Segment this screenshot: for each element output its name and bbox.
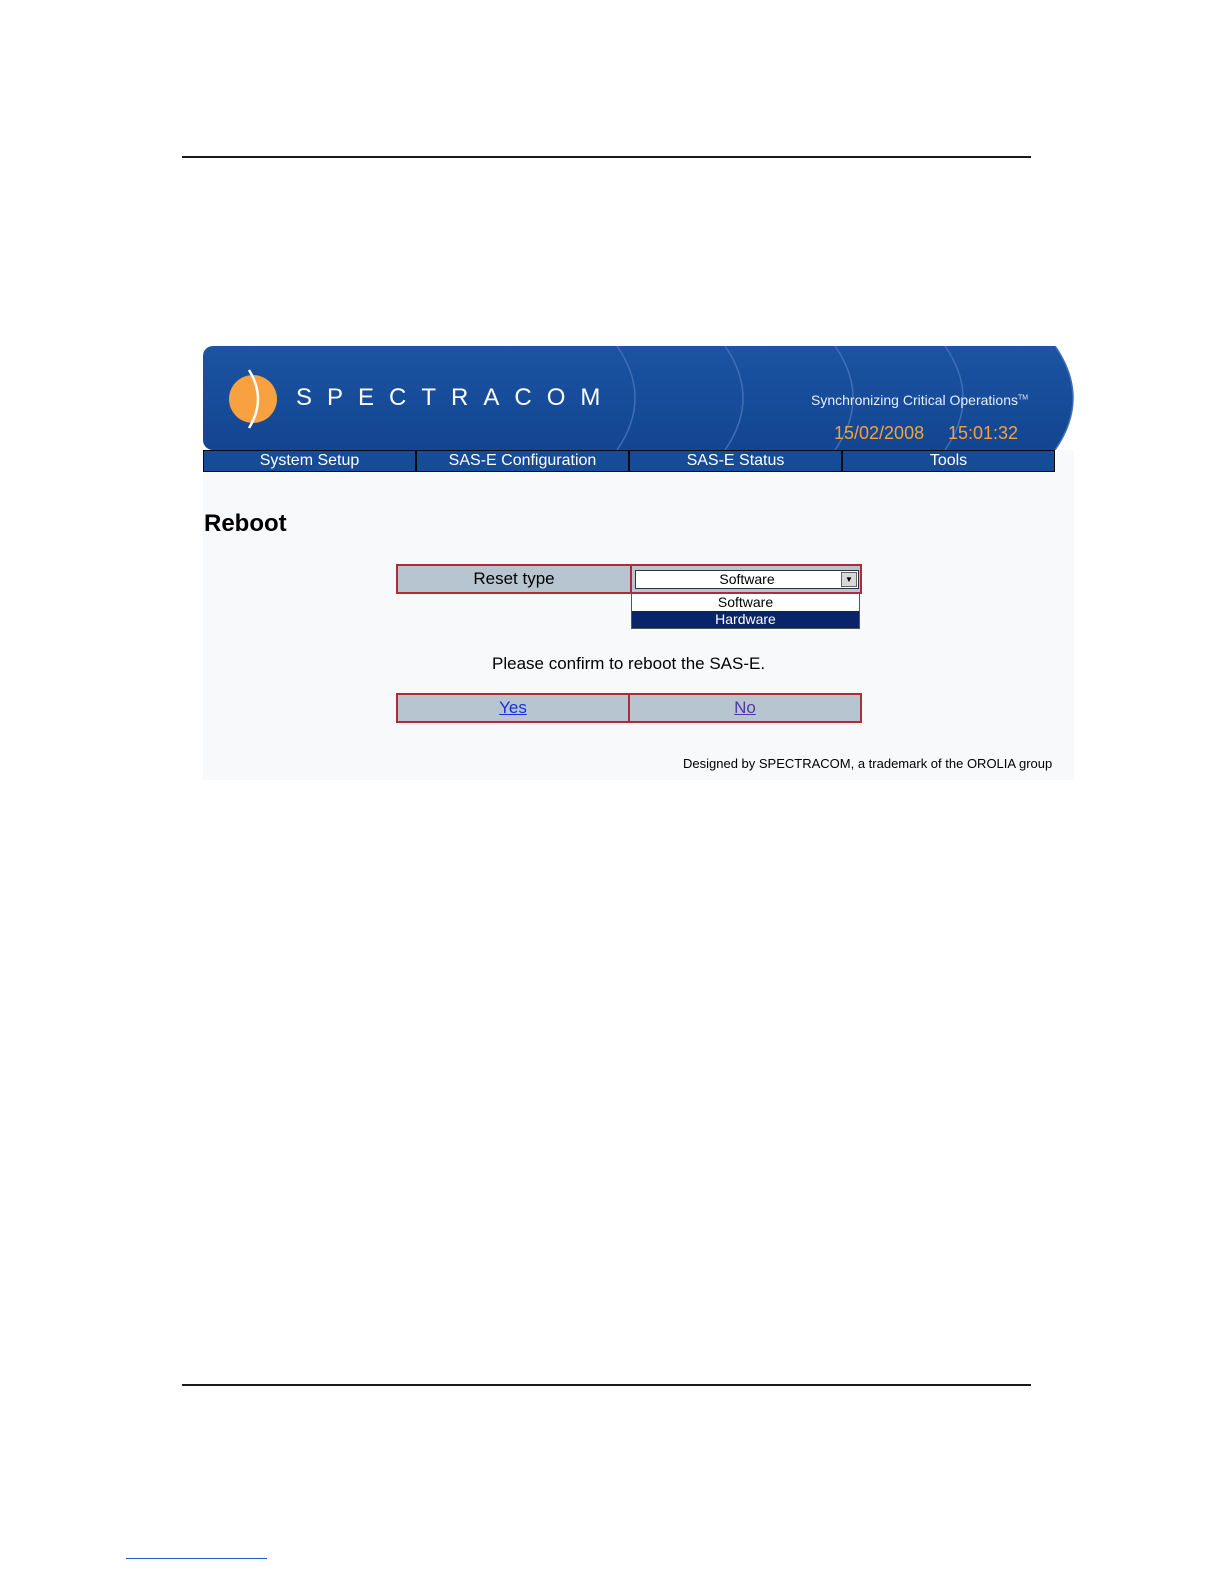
yes-cell: Yes — [398, 695, 628, 721]
reset-type-select[interactable]: Software ▼ — [635, 569, 859, 589]
page-title: Reboot — [204, 510, 287, 537]
nav-item-system-setup[interactable]: System Setup — [203, 450, 416, 472]
no-cell: No — [628, 695, 860, 721]
tagline: Synchronizing Critical OperationsTM — [811, 392, 1029, 408]
option-hardware[interactable]: Hardware — [632, 611, 859, 628]
chevron-down-icon[interactable]: ▼ — [841, 571, 857, 587]
reset-type-dropdown-list: Software Hardware — [631, 593, 860, 629]
nav-item-sas-e-status[interactable]: SAS-E Status — [629, 450, 842, 472]
reset-type-label: Reset type — [473, 569, 555, 588]
reset-type-selected-value: Software — [719, 570, 775, 587]
nav-item-sas-e-configuration[interactable]: SAS-E Configuration — [416, 450, 629, 472]
confirm-message: Please confirm to reboot the SAS-E. — [492, 654, 766, 673]
trademark-mark: TM — [1017, 394, 1029, 402]
time-display: 15:01:32 — [948, 423, 1019, 443]
brand-name: SPECTRACOM — [296, 384, 616, 411]
yes-link[interactable]: Yes — [499, 698, 527, 718]
confirm-buttons-row: Yes No — [396, 693, 862, 723]
main-nav: System Setup SAS-E Configuration SAS-E S… — [203, 450, 1055, 472]
option-software[interactable]: Software — [632, 594, 859, 611]
reset-type-select-cell: Software ▼ — [630, 566, 860, 592]
footnote-rule — [126, 1558, 267, 1559]
reset-type-row: Reset type Software ▼ — [396, 564, 862, 594]
header-banner: SPECTRACOM Synchronizing Critical Operat… — [203, 346, 1074, 450]
nav-item-tools[interactable]: Tools — [842, 450, 1055, 472]
designer-credit: Designed by SPECTRACOM, a trademark of t… — [683, 756, 1053, 771]
top-rule — [182, 156, 1031, 158]
date-display: 15/02/2008 — [834, 423, 925, 443]
bottom-rule — [182, 1384, 1031, 1386]
spectracom-logo-icon — [229, 369, 277, 429]
app-window: SPECTRACOM Synchronizing Critical Operat… — [203, 346, 1074, 780]
no-link[interactable]: No — [734, 698, 756, 718]
